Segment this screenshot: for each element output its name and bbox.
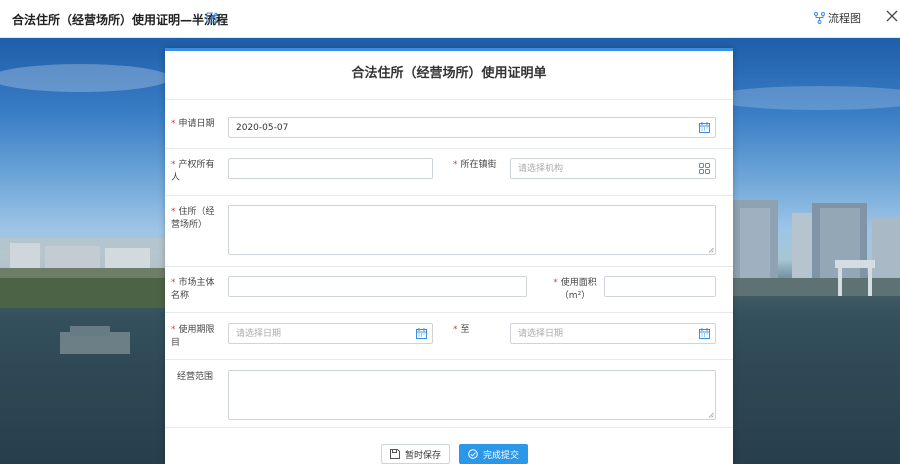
scope-textarea[interactable] — [228, 370, 716, 420]
grid-icon[interactable] — [699, 163, 710, 174]
period-start-date[interactable]: 请选择日期 — [228, 323, 433, 344]
divider — [165, 427, 733, 428]
address-textarea[interactable] — [228, 205, 716, 255]
area-label-text: 使用面积 — [560, 278, 597, 288]
address-label: * 住所（经营场所） — [171, 206, 223, 232]
required-mark: * — [171, 325, 176, 335]
apply-date-label-text: 申请日期 — [178, 119, 215, 129]
close-icon[interactable] — [886, 9, 898, 23]
street-select[interactable]: 请选择机构 — [510, 158, 716, 179]
scope-label: 经营范围 — [177, 371, 229, 384]
required-mark: * — [171, 207, 176, 217]
owner-label: * 产权所有人 — [171, 159, 223, 185]
certificate-form-dialog: 合法住所（经营场所）使用证明单 * 申请日期 2020-05-07 * 产权所有人 … — [165, 48, 733, 464]
form-heading: 合法住所（经营场所）使用证明单 — [351, 66, 547, 81]
period-end-date[interactable]: 请选择日期 — [510, 323, 716, 344]
divider — [165, 266, 733, 267]
scope-label-text: 经营范围 — [177, 372, 214, 382]
window-title: 合法住所（经营场所）使用证明—半流程 — [12, 13, 229, 27]
address-label-text: 住所（经营场所） — [171, 207, 215, 230]
area-label: * 使用面积 （m²） — [545, 277, 605, 303]
divider — [165, 312, 733, 313]
flowchart-button[interactable]: 流程图 — [814, 10, 861, 26]
required-mark: * — [453, 160, 458, 170]
resize-grip-icon[interactable] — [708, 412, 714, 418]
owner-label-text: 产权所有人 — [171, 160, 215, 183]
resize-grip-icon[interactable] — [708, 247, 714, 253]
submit-label: 完成提交 — [482, 450, 519, 461]
area-unit-text: （m²） — [559, 291, 591, 301]
save-icon — [389, 449, 400, 459]
calendar-icon[interactable] — [416, 328, 427, 339]
required-mark: * — [171, 278, 176, 288]
calendar-icon[interactable] — [699, 122, 710, 133]
entity-label-text: 市场主体名称 — [171, 278, 215, 301]
required-mark: * — [553, 278, 558, 288]
required-mark: * — [171, 119, 176, 129]
area-input[interactable] — [604, 276, 716, 297]
flowchart-label: 流程图 — [828, 12, 861, 25]
street-placeholder: 请选择机构 — [518, 164, 564, 174]
divider — [165, 195, 733, 196]
apply-date-label: * 申请日期 — [171, 118, 229, 131]
entity-label: * 市场主体名称 — [171, 277, 223, 303]
submit-button[interactable]: 完成提交 — [459, 444, 528, 464]
period-start-placeholder: 请选择日期 — [236, 329, 282, 339]
required-mark: * — [453, 325, 458, 335]
divider — [165, 99, 733, 100]
flowchart-icon — [814, 12, 825, 24]
entity-input[interactable] — [228, 276, 527, 297]
period-start-label: * 使用期限目 — [171, 324, 223, 350]
street-label-text: 所在镇街 — [460, 160, 497, 170]
edit-icon[interactable] — [206, 11, 218, 23]
required-mark: * — [171, 160, 176, 170]
apply-date-field[interactable]: 2020-05-07 — [228, 117, 716, 138]
submit-icon — [468, 449, 478, 459]
period-end-label-text: 至 — [460, 325, 470, 335]
window-header: 合法住所（经营场所）使用证明—半流程 流程图 — [0, 0, 900, 38]
save-draft-label: 暂时保存 — [404, 450, 441, 461]
apply-date-value: 2020-05-07 — [236, 123, 289, 133]
period-start-label-text: 使用期限目 — [171, 325, 215, 348]
save-draft-button[interactable]: 暂时保存 — [381, 444, 450, 464]
divider — [165, 148, 733, 149]
period-end-placeholder: 请选择日期 — [518, 329, 564, 339]
period-end-label: * 至 — [453, 324, 493, 337]
street-label: * 所在镇街 — [453, 159, 511, 172]
calendar-icon[interactable] — [699, 328, 710, 339]
owner-input[interactable] — [228, 158, 433, 179]
divider — [165, 359, 733, 360]
